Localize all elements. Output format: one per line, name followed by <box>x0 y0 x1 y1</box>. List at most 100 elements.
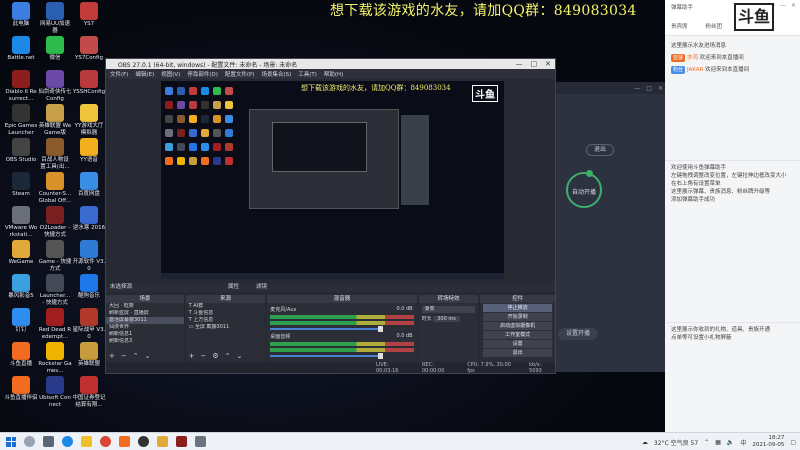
minimize-icon[interactable]: — <box>516 59 523 69</box>
desktop-icon[interactable]: 英雄联盟 WeGame版 <box>38 104 72 136</box>
add-icon[interactable]: + <box>109 352 115 360</box>
desktop-icon[interactable]: Steam <box>4 172 38 198</box>
desktop-icon[interactable]: Counter-S... Global Off... <box>38 172 72 204</box>
desktop-icon[interactable]: 开源软件 V3.0 <box>72 240 106 272</box>
network-icon[interactable]: ▦ <box>715 439 721 446</box>
desktop-icon[interactable]: 仙剑奇侠传七 Config <box>38 70 72 102</box>
scene-item[interactable]: 刷新蓝屏 · 直播屏 <box>106 310 184 317</box>
volume-slider[interactable] <box>270 326 384 332</box>
desktop-icon[interactable]: 微信 <box>38 36 72 62</box>
minimize-icon[interactable]: — <box>780 2 786 9</box>
desktop-icon[interactable]: 英雄联盟 <box>72 342 106 368</box>
chevron-up-icon[interactable]: ⌃ <box>704 439 709 446</box>
virtual-camera-button[interactable]: 启动虚拟摄像机 <box>483 322 552 330</box>
start-settings-button[interactable]: 设置开播 <box>558 328 598 340</box>
tab-fans[interactable]: 粉丝团 <box>706 22 723 30</box>
chat-user[interactable]: 亦鸿 <box>687 55 698 61</box>
filters-button[interactable]: 滤镜 <box>256 283 267 292</box>
move-up-icon[interactable]: ⌃ <box>225 352 231 360</box>
desktop-icon[interactable]: 斗鱼直播 <box>4 342 38 368</box>
transition-select[interactable]: 渐变 <box>421 306 476 313</box>
obs-preview[interactable]: 想下载该游戏的水友，请加QQ群：849083034 斗鱼 <box>161 81 504 279</box>
menu-profile[interactable]: 配置文件(P) <box>225 70 255 78</box>
exit-button[interactable]: 退出 <box>483 349 552 357</box>
move-down-icon[interactable]: ⌄ <box>145 352 151 360</box>
task-view-icon[interactable] <box>43 436 54 447</box>
desktop-icon[interactable]: VMware Workstati... <box>4 206 38 238</box>
desktop-icon[interactable]: 百战人物设 置工具(出... <box>38 138 72 170</box>
source-item[interactable]: T AI群 <box>186 303 266 310</box>
desktop-icon[interactable]: 酷狗音乐 <box>72 274 106 300</box>
volume-slider[interactable] <box>270 353 384 359</box>
desktop-icon[interactable]: WeGame <box>4 240 38 266</box>
desktop-icon[interactable]: Red Dead Redempt... <box>38 308 72 340</box>
weather-icon[interactable]: ☁ <box>642 439 648 446</box>
obs-icon[interactable] <box>138 436 149 447</box>
file-explorer-icon[interactable] <box>81 436 92 447</box>
desktop-icon[interactable]: 百度网盘 <box>72 172 106 198</box>
menu-edit[interactable]: 编辑(E) <box>135 70 154 78</box>
exit-button[interactable]: 退出 <box>586 144 614 156</box>
desktop-icon[interactable]: 钉钉 <box>4 308 38 334</box>
slider-handle[interactable] <box>378 326 384 332</box>
scene-item[interactable]: 刷新信息3 <box>106 338 184 345</box>
game-icon[interactable] <box>176 436 187 447</box>
desktop-icon[interactable]: Epic Games Launcher <box>4 104 38 136</box>
desktop-icon[interactable]: YSSHConfig <box>72 70 106 96</box>
windows-start-icon[interactable] <box>6 436 16 447</box>
douyu-icon[interactable] <box>119 436 130 447</box>
gear-icon[interactable]: ⚙ <box>212 352 218 360</box>
desktop-icon[interactable]: D2Loader - 快捷方式 <box>38 206 72 238</box>
desktop-icon[interactable]: Battle.net <box>4 36 38 62</box>
search-icon[interactable] <box>24 436 35 447</box>
scene-item[interactable]: 大回 · 框架 <box>106 303 184 310</box>
remove-icon[interactable]: − <box>201 352 207 360</box>
tab-vip[interactable]: 贵宾席 <box>671 22 688 30</box>
desktop-icon[interactable]: YY游戏大厅 模拟器 <box>72 104 106 136</box>
settings-button[interactable]: 设置 <box>483 340 552 348</box>
scene-item[interactable]: 刷新信息1 <box>106 331 184 338</box>
desktop-icon[interactable]: Rockstar Games... <box>38 342 72 374</box>
desktop-icon[interactable]: OBS Studio <box>4 138 38 164</box>
menu-tools[interactable]: 工具(T) <box>298 70 317 78</box>
desktop-icon[interactable]: Diablo II Resurrect... <box>4 70 38 102</box>
stop-streaming-button[interactable]: 停止推流 <box>483 304 552 312</box>
duration-input[interactable]: 300 ms <box>433 316 460 322</box>
add-icon[interactable]: + <box>189 352 195 360</box>
desktop-icon[interactable]: 暴风影音5 <box>4 274 38 300</box>
desktop-icon[interactable]: YS7 <box>72 2 106 28</box>
menu-docks[interactable]: 停靠部件(D) <box>187 70 218 78</box>
clock[interactable]: 18:27 2021-09-05 <box>752 435 784 449</box>
move-down-icon[interactable]: ⌄ <box>237 352 243 360</box>
weather[interactable]: 32°C 空气良 57 <box>654 438 698 447</box>
scene-item-selected[interactable]: 激活屏幕窗3011 <box>106 317 184 324</box>
menu-view[interactable]: 视图(V) <box>161 70 180 78</box>
menu-scene-collection[interactable]: 场景集合(S) <box>261 70 291 78</box>
desktop-icon[interactable]: Ubisoft Connect <box>38 376 72 408</box>
wegame-icon[interactable] <box>157 436 168 447</box>
studio-mode-button[interactable]: 工作室模式 <box>483 331 552 339</box>
source-item[interactable]: ▭ 全屏 截捕3011 <box>186 324 266 331</box>
start-recording-button[interactable]: 开始录制 <box>483 313 552 321</box>
desktop-icon[interactable]: 斗鱼直播伴侣 <box>4 376 38 402</box>
desktop-icon[interactable]: 网易UU加速器 <box>38 2 72 34</box>
remove-icon[interactable]: − <box>121 352 127 360</box>
close-icon[interactable]: ✕ <box>658 85 663 92</box>
volume-icon[interactable]: 🔈 <box>727 439 734 446</box>
auto-start-button[interactable]: 自动开播 <box>566 172 602 208</box>
desktop-icon[interactable]: 此电脑 <box>4 2 38 28</box>
edge-icon[interactable] <box>62 436 73 447</box>
source-item[interactable]: T 上方信息 <box>186 317 266 324</box>
desktop-icon[interactable]: 星际战甲 V3.0 <box>72 308 106 340</box>
desktop-icon[interactable]: 中国证券登记 结算有限... <box>72 376 106 408</box>
source-item[interactable]: T 斗鱼信息 <box>186 310 266 317</box>
maximize-icon[interactable]: □ <box>531 59 538 69</box>
menu-help[interactable]: 帮助(H) <box>324 70 343 78</box>
scene-item[interactable]: 仙侠世界 <box>106 324 184 331</box>
desktop-icon[interactable]: YS7Config <box>72 36 106 62</box>
desktop-icon[interactable]: Launcher... - 快捷方式 <box>38 274 72 306</box>
maximize-icon[interactable]: □ <box>646 85 652 92</box>
close-icon[interactable]: ✕ <box>545 59 551 69</box>
slider-handle[interactable] <box>378 353 384 359</box>
settings-icon[interactable] <box>195 436 206 447</box>
